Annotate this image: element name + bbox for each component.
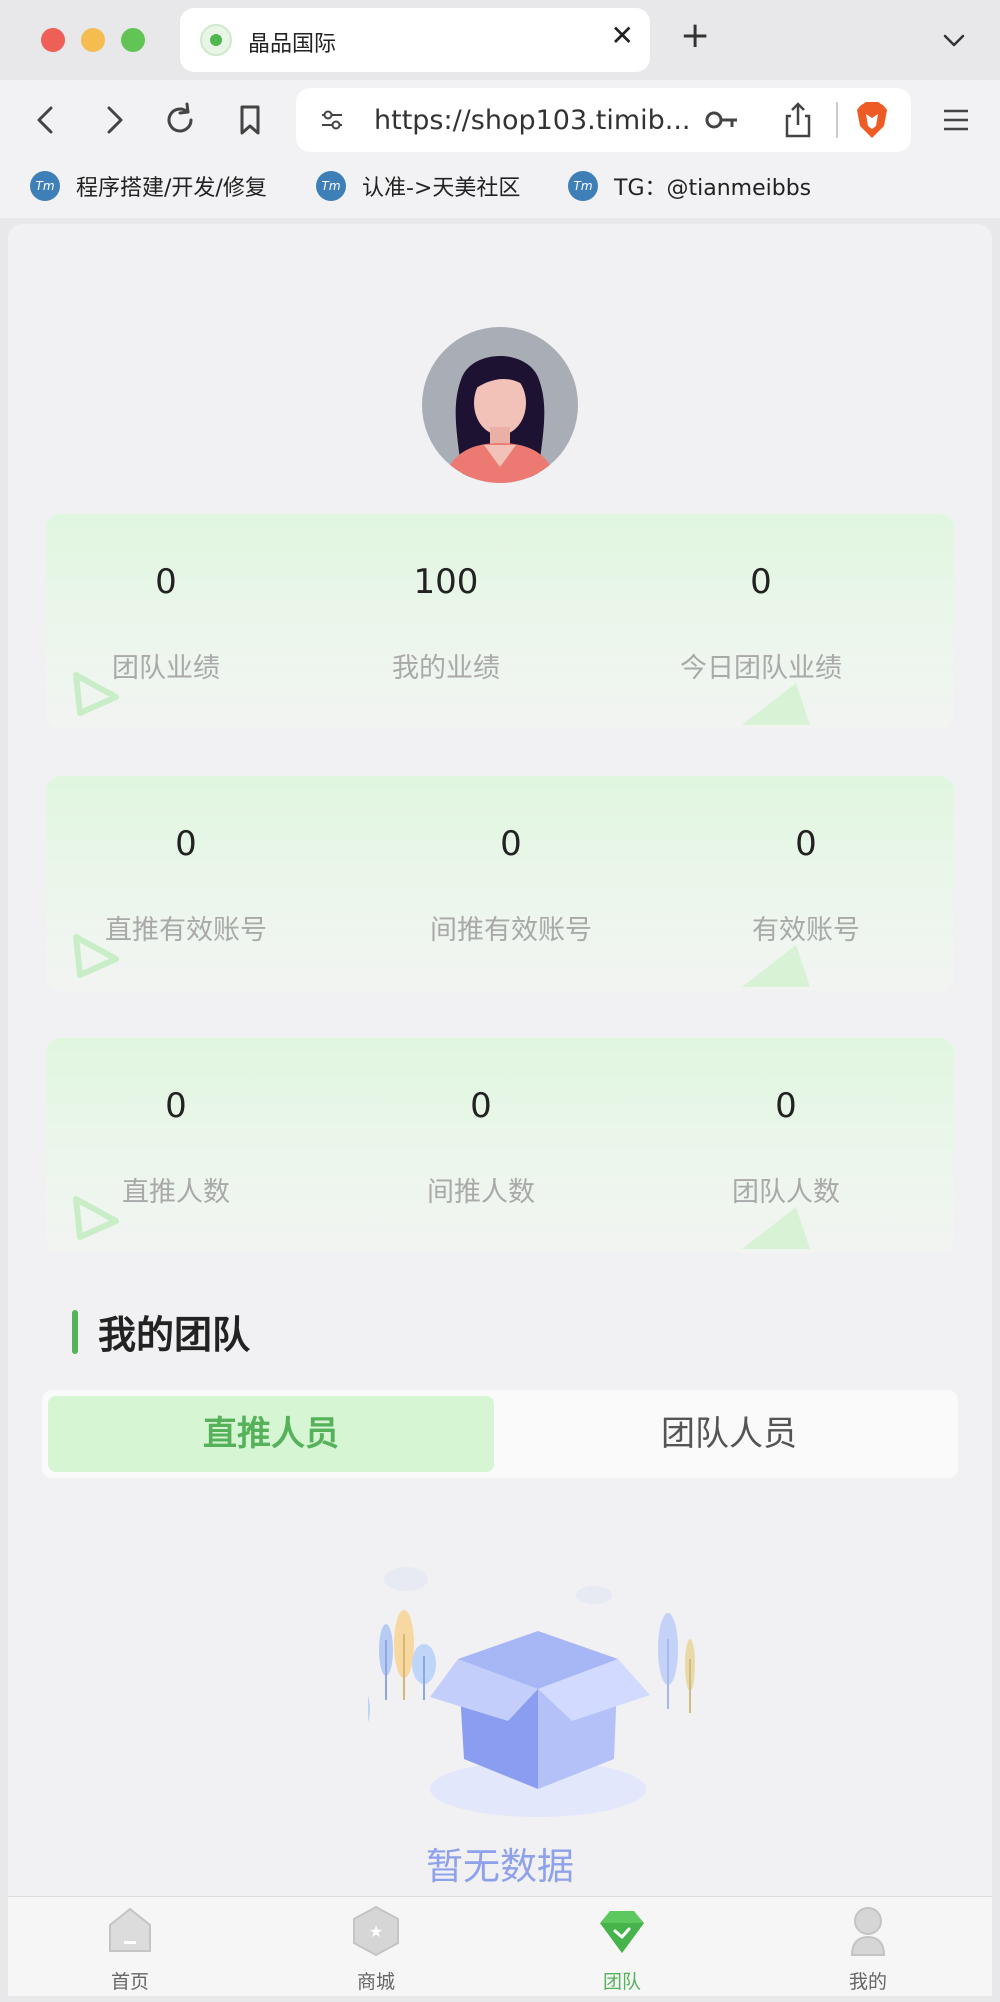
- bookmark-item[interactable]: Tm TG：@tianmeibbs: [568, 170, 811, 202]
- stat-value: 100: [413, 562, 479, 602]
- empty-state-text: 暂无数据: [426, 1845, 574, 1888]
- bookmark-item[interactable]: Tm 程序搭建/开发/修复: [30, 170, 267, 202]
- url-text: https://shop103.timib...: [374, 105, 691, 136]
- stat-label: 我的业绩: [392, 653, 500, 684]
- nav-profile[interactable]: 我的: [808, 1905, 928, 1994]
- tab-direct-members[interactable]: 直推人员: [48, 1396, 494, 1472]
- divider: [836, 102, 838, 138]
- shop-icon: ★: [353, 1905, 399, 1957]
- stat-card: 0 直推有效账号 0 间推有效账号 0 有效账号: [46, 776, 954, 991]
- chevron-down-icon[interactable]: [940, 26, 968, 54]
- stat-value: 0: [470, 1086, 492, 1126]
- stat-value: 0: [155, 562, 177, 602]
- bottom-nav: 首页 ★ 商城 团队 我的: [8, 1896, 992, 1996]
- stat-value: 0: [775, 1086, 797, 1126]
- stat-label: 间推人数: [427, 1177, 535, 1208]
- share-icon[interactable]: [782, 100, 814, 140]
- stat-card: 0 直推人数 0 间推人数 0 团队人数: [46, 1038, 954, 1253]
- back-icon[interactable]: [26, 100, 66, 140]
- bookmark-site-icon: Tm: [316, 171, 346, 201]
- tab-team-members[interactable]: 团队人员: [506, 1396, 952, 1472]
- team-tabs: 直推人员 团队人员: [42, 1390, 958, 1478]
- forward-icon[interactable]: [94, 100, 134, 140]
- stat-label: 团队业绩: [112, 653, 220, 684]
- section-accent-bar: [72, 1309, 78, 1354]
- site-settings-icon[interactable]: [316, 104, 348, 136]
- nav-shop[interactable]: ★ 商城: [316, 1905, 436, 1994]
- nav-team[interactable]: 团队: [562, 1905, 682, 1994]
- bookmark-label: TG：@tianmeibbs: [614, 176, 812, 201]
- maximize-window-button[interactable]: [121, 28, 145, 52]
- new-tab-button[interactable]: +: [680, 18, 710, 54]
- tab-title: 晶品国际: [248, 32, 337, 57]
- my-team-title: 我的团队: [98, 1313, 251, 1357]
- stat-label: 今日团队业绩: [680, 653, 842, 684]
- brave-shield-icon[interactable]: [854, 100, 890, 140]
- tree-decoration-icon: [379, 1610, 436, 1700]
- site-favicon-icon: [200, 24, 232, 56]
- bookmark-item[interactable]: Tm 认准->天美社区: [316, 170, 520, 202]
- profile-icon: [850, 1907, 886, 1956]
- nav-label: 首页: [110, 1971, 149, 1993]
- stat-value: 0: [750, 562, 772, 602]
- stat-label: 直推有效账号: [105, 915, 267, 946]
- nav-home[interactable]: 首页: [70, 1905, 190, 1994]
- close-window-button[interactable]: [41, 28, 65, 52]
- browser-tab[interactable]: 晶品国际 ✕: [180, 8, 650, 72]
- page-content: 0 团队业绩 100 我的业绩 0 今日团队业绩 0 直推有效账号 0 间推有效账号 0 有效账号 …: [8, 224, 992, 1896]
- avatar-woman-icon: [444, 356, 556, 483]
- minimize-window-button[interactable]: [81, 28, 105, 52]
- browser-toolbar: https://shop103.timib...: [0, 80, 1000, 160]
- nav-label: 我的: [848, 1971, 887, 1993]
- address-bar[interactable]: https://shop103.timib...: [296, 88, 911, 152]
- bookmark-label: 程序搭建/开发/修复: [76, 176, 267, 201]
- stat-label: 间推有效账号: [430, 915, 592, 946]
- reload-icon[interactable]: [160, 100, 200, 140]
- home-icon: [109, 1907, 151, 1952]
- team-icon: [600, 1911, 644, 1953]
- stat-value: 0: [500, 824, 522, 864]
- close-tab-icon[interactable]: ✕: [611, 22, 634, 50]
- bookmark-icon[interactable]: [230, 100, 270, 140]
- bookmarks-bar: Tm 程序搭建/开发/修复 Tm 认准->天美社区 Tm TG：@tianmei…: [0, 160, 1000, 218]
- bookmark-label: 认准->天美社区: [362, 176, 521, 201]
- nav-label: 商城: [356, 1971, 395, 1993]
- bookmark-site-icon: Tm: [30, 171, 60, 201]
- stat-card: 0 团队业绩 100 我的业绩 0 今日团队业绩: [46, 514, 954, 729]
- nav-label: 团队: [602, 1971, 641, 1993]
- key-icon[interactable]: [704, 104, 740, 136]
- avatar[interactable]: [422, 327, 578, 483]
- hamburger-menu-icon[interactable]: [936, 100, 976, 140]
- stat-label: 有效账号: [752, 915, 860, 946]
- browser-tab-bar: 晶品国际 ✕ +: [0, 0, 1000, 80]
- svg-text:★: ★: [369, 1922, 383, 1941]
- bookmark-site-icon: Tm: [568, 171, 598, 201]
- section-title: 我的团队: [72, 1304, 250, 1359]
- stat-label: 直推人数: [122, 1177, 230, 1208]
- stat-label: 团队人数: [732, 1177, 840, 1208]
- stat-value: 0: [175, 824, 197, 864]
- stat-value: 0: [795, 824, 817, 864]
- stat-value: 0: [165, 1086, 187, 1126]
